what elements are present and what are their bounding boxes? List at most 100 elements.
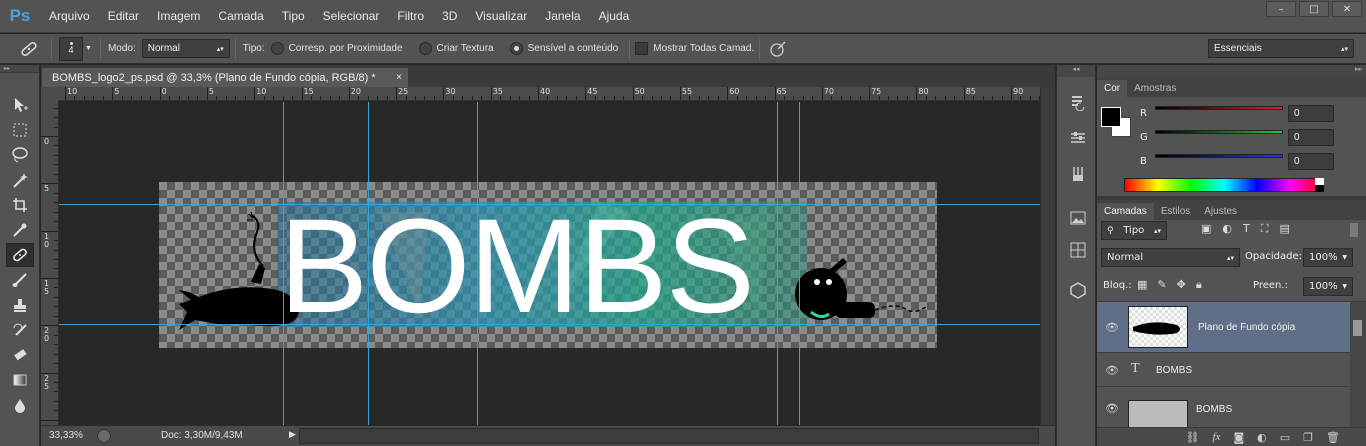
horizontal-scrollbar[interactable] [299, 428, 1039, 444]
color-spectrum-bar[interactable] [1124, 178, 1324, 192]
menu-imagem[interactable]: Imagem [148, 9, 209, 23]
adjustment-filter-icon[interactable]: ◐ [1222, 222, 1232, 236]
move-tool[interactable] [6, 93, 34, 117]
adjustment-panel-icon[interactable] [1064, 126, 1092, 150]
radio-content-aware[interactable] [509, 42, 523, 55]
smart-object-filter-icon[interactable]: ▤ [1279, 222, 1289, 236]
maximize-button[interactable]: □ [1299, 1, 1329, 17]
guide-horizontal[interactable] [59, 204, 1040, 205]
menu-tipo[interactable]: Tipo [273, 9, 314, 23]
image-panel-icon[interactable] [1064, 206, 1092, 230]
clone-stamp-tool[interactable] [6, 293, 34, 317]
menu-filtro[interactable]: Filtro [388, 9, 433, 23]
status-info-icon[interactable] [97, 429, 111, 443]
horizontal-ruler[interactable]: 10 5 0 5 10 15 20 25 30 35 40 45 50 55 60 65 70 75 80 85 90 [59, 87, 1040, 101]
fx-icon[interactable]: fx [1213, 431, 1221, 443]
menu-visualizar[interactable]: Visualizar [466, 9, 536, 23]
lock-paint-icon[interactable]: ✎ [1157, 278, 1166, 292]
foreground-color-swatch[interactable] [1101, 107, 1121, 127]
pressure-size-icon[interactable] [765, 40, 791, 58]
trash-icon[interactable]: 🗑︎ [1326, 431, 1340, 444]
channel-b-value[interactable]: 0 [1288, 153, 1334, 170]
lock-transparency-icon[interactable]: ▦ [1137, 278, 1147, 292]
visibility-eye-icon[interactable]: 👁︎ [1105, 321, 1119, 334]
radio-proximity[interactable] [270, 42, 284, 55]
brush-tool[interactable] [6, 268, 34, 292]
menu-janela[interactable]: Janela [536, 9, 589, 23]
quick-selection-tool[interactable] [6, 168, 34, 192]
document-tab[interactable]: BOMBS_logo2_ps.psd @ 33,3% (Plano de Fun… [42, 68, 408, 87]
link-layers-icon[interactable]: ⛓ [1186, 431, 1200, 444]
crop-tool[interactable] [6, 193, 34, 217]
channel-g-value[interactable]: 0 [1288, 129, 1334, 146]
channel-r-slider[interactable] [1155, 106, 1283, 110]
spot-healing-tool-preset-icon[interactable] [12, 38, 46, 60]
gradient-tool[interactable] [6, 368, 34, 392]
marquee-tool[interactable] [6, 118, 34, 142]
menu-arquivo[interactable]: Arquivo [40, 9, 99, 23]
3d-panel-icon[interactable] [1064, 278, 1092, 302]
menu-editar[interactable]: Editar [99, 9, 148, 23]
mode-dropdown[interactable]: Normal ▴▾ [141, 39, 230, 58]
menu-camada[interactable]: Camada [209, 9, 272, 23]
tab-styles[interactable]: Estilos [1154, 203, 1197, 220]
vertical-ruler[interactable]: 5051 01 52 02 5 [41, 101, 59, 425]
channel-b-slider[interactable] [1155, 154, 1283, 158]
filter-toggle[interactable] [1350, 223, 1358, 237]
history-brush-tool[interactable] [6, 318, 34, 342]
menu-selecionar[interactable]: Selecionar [314, 9, 389, 23]
type-filter-icon[interactable]: T [1243, 222, 1250, 236]
lock-all-icon[interactable]: 🔒︎ [1196, 278, 1202, 292]
brush-presets-icon[interactable] [1064, 162, 1092, 186]
eyedropper-tool[interactable] [6, 218, 34, 242]
shape-filter-icon[interactable]: ⛶ [1261, 222, 1269, 236]
lock-position-icon[interactable]: ✥ [1177, 278, 1186, 292]
grid-panel-icon[interactable] [1064, 238, 1092, 262]
visibility-eye-icon[interactable]: 👁︎ [1105, 402, 1119, 415]
layer-row-selected[interactable]: 👁︎ Plano de Fundo cópia [1097, 302, 1350, 353]
layer-row[interactable]: 👁︎ BOMBS [1097, 388, 1350, 427]
new-layer-icon[interactable]: ❐ [1303, 431, 1313, 444]
blur-tool[interactable] [6, 393, 34, 417]
guide-vertical[interactable] [477, 102, 478, 425]
status-menu-arrow-icon[interactable]: ▶ [289, 429, 296, 440]
black-white-swatch[interactable] [1315, 178, 1324, 192]
spot-healing-tool[interactable] [6, 243, 34, 267]
close-tab-icon[interactable]: × [396, 72, 402, 83]
fill-field[interactable]: 100% ▼ [1303, 277, 1353, 296]
tab-adjustments[interactable]: Ajustes [1197, 203, 1244, 220]
ruler-origin[interactable] [41, 87, 59, 101]
layers-scrollbar[interactable] [1350, 302, 1366, 427]
guide-vertical[interactable] [368, 102, 369, 425]
adjustment-layer-icon[interactable]: ◐ [1257, 431, 1267, 444]
guide-vertical[interactable] [283, 102, 284, 425]
canvas-area[interactable]: BOMBS [59, 102, 1040, 425]
layer-row[interactable]: 👁︎ T BOMBS [1097, 354, 1350, 387]
new-group-icon[interactable]: ▭ [1280, 431, 1290, 444]
brush-size-picker[interactable]: 4 [59, 36, 83, 61]
visibility-eye-icon[interactable]: 👁︎ [1105, 364, 1119, 377]
canvas-vertical-scrollbar[interactable] [1040, 87, 1055, 425]
guide-horizontal[interactable] [59, 324, 1040, 325]
collapse-dock-icon[interactable]: ◂◂ [1057, 65, 1095, 77]
guide-vertical[interactable] [777, 102, 778, 425]
channel-g-slider[interactable] [1155, 130, 1283, 134]
minimize-button[interactable]: – [1266, 1, 1296, 17]
close-window-button[interactable]: ✕ [1332, 1, 1362, 17]
eraser-tool[interactable] [6, 343, 34, 367]
menu-3d[interactable]: 3D [433, 9, 466, 23]
tab-layers[interactable]: Camadas [1097, 203, 1154, 220]
lasso-tool[interactable] [6, 143, 34, 167]
opacity-field[interactable]: 100% ▼ [1303, 248, 1353, 267]
blend-mode-dropdown[interactable]: Normal ▴▾ [1101, 248, 1240, 267]
menu-ajuda[interactable]: Ajuda [590, 9, 639, 23]
history-panel-icon[interactable] [1064, 90, 1092, 114]
zoom-level[interactable]: 33,33% [49, 430, 83, 441]
layer-filter-dropdown[interactable]: ⚲ Tipo ▴▾ [1101, 221, 1167, 240]
add-mask-icon[interactable]: ◙ [1233, 431, 1244, 444]
radio-texture[interactable] [418, 42, 432, 55]
tab-color[interactable]: Cor [1097, 80, 1128, 97]
guide-vertical[interactable] [799, 102, 800, 425]
channel-r-value[interactable]: 0 [1288, 105, 1334, 122]
collapse-toolbar-icon[interactable]: ▸▸ [0, 65, 39, 73]
